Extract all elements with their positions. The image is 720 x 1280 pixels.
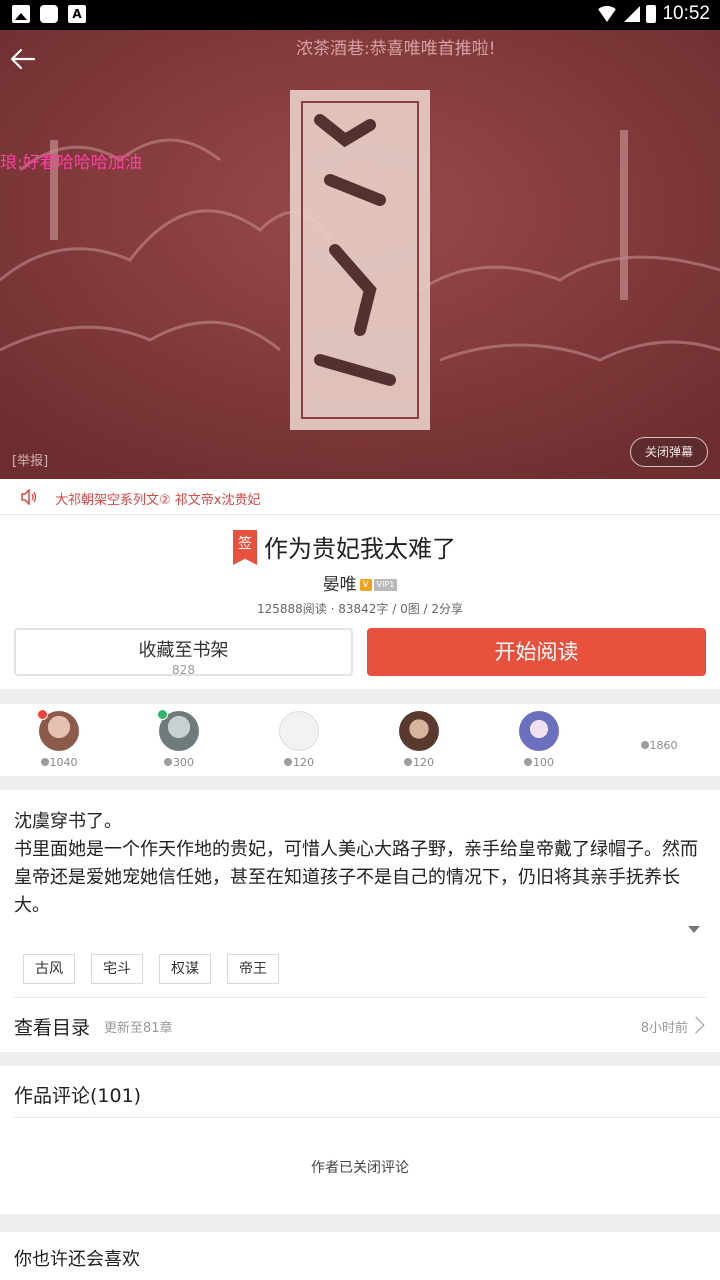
shelf-count: 828 [172,663,195,677]
coin-icon [164,758,172,766]
vip-badge: VIP1 [373,579,398,591]
avatar [37,709,79,751]
status-bar: A 10:52 [0,0,720,30]
tag-list: 古风 宅斗 权谋 帝王 [23,954,279,984]
rank-badge-icon [37,709,48,720]
total-coins[interactable]: 1860 [619,734,699,752]
coin-count: 100 [499,756,579,769]
tag[interactable]: 古风 [23,954,75,984]
supporters-row: 1040 300 120 120 100 1860 [0,704,720,776]
danmaku-comment: 浓茶酒巷:恭喜唯唯首推啦! [296,39,496,59]
synopsis-line: 书里面她是一个作天作地的贵妃，可惜人美心大路子野，亲手给皇帝戴了绿帽子。然而皇帝… [14,839,698,916]
start-reading-button[interactable]: 开始阅读 [367,628,706,676]
recommend-title: 你也许还会喜欢 [14,1249,140,1270]
book-description: 沈虞穿书了。 书里面她是一个作天作地的贵妃，可惜人美心大路子野，亲手给皇帝戴了绿… [0,790,720,1052]
catalog-update: 更新至81章 [104,1021,173,1036]
tag[interactable]: 权谋 [159,954,211,984]
author-name[interactable]: 晏唯 [323,575,357,595]
comments-title: 作品评论(101) [14,1085,142,1107]
supporter-item[interactable]: 120 [259,711,339,769]
book-cover-banner[interactable]: 浓茶酒巷:恭喜唯唯首推啦! 琅:好看哈哈哈加油 [举报] 关闭弹幕 [0,30,720,479]
tag[interactable]: 宅斗 [91,954,143,984]
book-info: 签 作为贵妃我太难了 晏唯 V VIP1 125888阅读 · 83842字 / 0… [0,515,720,689]
coin-icon [284,758,292,766]
clock: 10:52 [662,3,710,24]
coin-count: 120 [379,756,459,769]
book-stats: 125888阅读 · 83842字 / 0图 / 2分享 [256,602,464,616]
book-detail-page: A 10:52 浓茶酒巷:恭喜唯唯首推啦! 琅:好看哈哈哈加油 [举报] 关闭弹… [0,0,720,1280]
notice-text: 大祁朝架空系列文② 祁文帝x沈贵妃 [55,493,261,508]
arrow-left-icon [10,48,36,70]
author-row[interactable]: 晏唯 V VIP1 [0,570,720,595]
coin-count: 1860 [619,739,699,752]
recommend-section: 你也许还会喜欢 [0,1232,720,1280]
synopsis: 沈虞穿书了。 书里面她是一个作天作地的贵妃，可惜人美心大路子野，亲手给皇帝戴了绿… [14,808,710,920]
expand-icon[interactable] [688,926,700,933]
avatar [519,711,559,751]
notification-icon [40,5,58,23]
report-link[interactable]: [举报] [12,450,48,469]
coin-icon [404,758,412,766]
signed-badge: 签 [233,530,257,565]
close-danmaku-button[interactable]: 关闭弹幕 [630,437,708,467]
danmaku-comment: 琅:好看哈哈哈加油 [0,153,142,173]
chevron-right-icon [687,1016,705,1034]
catalog-title: 查看目录 [14,1017,91,1039]
divider [14,1117,720,1118]
synopsis-line: 沈虞穿书了。 [14,811,122,832]
battery-icon [646,5,657,23]
notice-bar[interactable]: 大祁朝架空系列文② 祁文帝x沈贵妃 [0,479,720,515]
add-to-shelf-button[interactable]: 收藏至书架 828 [14,628,353,677]
coin-count: 1040 [19,756,99,769]
photo-icon [12,5,30,23]
book-title: 作为贵妃我太难了 [264,535,456,563]
supporter-item[interactable]: 100 [499,711,579,769]
speaker-icon [21,489,37,505]
supporter-item[interactable]: 120 [379,711,459,769]
add-to-shelf-label: 收藏至书架 [138,640,229,661]
supporter-item[interactable]: 300 [139,709,219,769]
coin-count: 300 [139,756,219,769]
cover-illustration [0,30,720,479]
wifi-icon [596,6,619,22]
catalog-row[interactable]: 查看目录 更新至81章 8小时前 [14,997,706,1052]
comments-section: 作品评论(101) 作者已关闭评论 [0,1066,720,1214]
coin-icon [524,758,532,766]
comments-closed-text: 作者已关闭评论 [311,1160,409,1176]
coin-icon [40,758,49,766]
catalog-time: 8小时前 [640,1021,688,1036]
signal-icon [624,6,641,22]
font-icon: A [68,5,86,23]
avatar [157,709,199,751]
coin-count: 120 [259,756,339,769]
verified-icon: V [359,579,372,591]
supporter-item[interactable]: 1040 [19,709,99,769]
tag[interactable]: 帝王 [227,954,279,984]
avatar [399,711,439,751]
rank-badge-icon [157,709,168,720]
coin-icon [640,741,649,749]
avatar [279,711,319,751]
back-button[interactable] [8,44,38,74]
